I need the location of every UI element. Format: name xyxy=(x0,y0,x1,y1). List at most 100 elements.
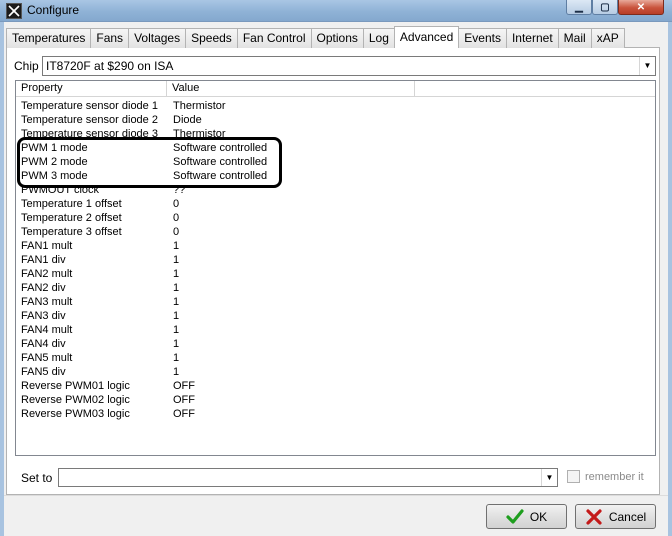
table-row[interactable]: PWM 3 mode Software controlled xyxy=(16,169,655,183)
property-cell: FAN5 mult xyxy=(21,352,73,364)
table-row[interactable]: FAN1 mult 1 xyxy=(16,239,655,253)
set-to-select[interactable]: ▼ xyxy=(58,468,558,487)
remember-option: remember it xyxy=(567,470,644,483)
chevron-down-icon[interactable]: ▼ xyxy=(639,57,655,75)
table-row[interactable]: FAN1 div 1 xyxy=(16,253,655,267)
table-row[interactable]: PWM 2 mode Software controlled xyxy=(16,155,655,169)
table-row[interactable]: FAN3 mult 1 xyxy=(16,295,655,309)
property-cell: FAN5 div xyxy=(21,366,66,378)
value-cell: Thermistor xyxy=(173,100,226,112)
tab-xap[interactable]: xAP xyxy=(590,28,625,48)
close-button[interactable]: ✕ xyxy=(618,0,664,15)
set-to-label: Set to xyxy=(21,471,53,485)
table-row[interactable]: PWM 1 mode Software controlled xyxy=(16,141,655,155)
value-cell: Software controlled xyxy=(173,156,268,168)
property-cell: FAN4 div xyxy=(21,338,66,350)
value-cell: 0 xyxy=(173,226,180,238)
property-cell: PWM 2 mode xyxy=(21,156,88,168)
tab-speeds[interactable]: Speeds xyxy=(185,28,238,48)
cross-icon xyxy=(586,508,602,525)
value-cell: Software controlled xyxy=(173,142,268,154)
tab-internet[interactable]: Internet xyxy=(505,28,559,48)
table-row[interactable]: FAN2 div 1 xyxy=(16,281,655,295)
value-cell: 1 xyxy=(173,310,180,322)
value-cell: 1 xyxy=(173,366,180,378)
tab-temperatures[interactable]: Temperatures xyxy=(6,28,92,48)
checkmark-icon xyxy=(506,508,524,524)
value-cell: 1 xyxy=(173,282,180,294)
table-row[interactable]: Reverse PWM03 logic OFF xyxy=(16,407,655,421)
chip-select[interactable]: IT8720F at $290 on ISA ▼ xyxy=(42,56,656,76)
list-header: Property Value xyxy=(16,81,655,97)
column-header-property[interactable]: Property xyxy=(16,81,167,96)
table-row[interactable]: FAN2 mult 1 xyxy=(16,267,655,281)
chevron-down-icon[interactable]: ▼ xyxy=(541,469,557,486)
divider xyxy=(4,495,668,496)
property-cell: Temperature sensor diode 1 xyxy=(21,100,158,112)
property-cell: FAN1 mult xyxy=(21,240,73,252)
window-title: Configure xyxy=(27,3,80,17)
value-cell: OFF xyxy=(173,408,195,420)
table-row[interactable]: FAN4 mult 1 xyxy=(16,323,655,337)
table-row[interactable]: Temperature 2 offset 0 xyxy=(16,211,655,225)
tab-log[interactable]: Log xyxy=(362,28,395,48)
property-cell: FAN1 div xyxy=(21,254,66,266)
ok-label: OK xyxy=(529,509,548,524)
tab-options[interactable]: Options xyxy=(310,28,364,48)
table-row[interactable]: Temperature sensor diode 2 Diode xyxy=(16,113,655,127)
value-cell: 0 xyxy=(173,198,180,210)
property-cell: Temperature 2 offset xyxy=(21,212,122,224)
value-cell: Software controlled xyxy=(173,170,268,182)
table-row[interactable]: FAN4 div 1 xyxy=(16,337,655,351)
property-cell: FAN3 mult xyxy=(21,296,73,308)
table-row[interactable]: Reverse PWM01 logic OFF xyxy=(16,379,655,393)
value-cell: 1 xyxy=(173,352,180,364)
chip-select-value: IT8720F at $290 on ISA xyxy=(46,59,174,73)
value-cell: 1 xyxy=(173,324,180,336)
value-cell: 1 xyxy=(173,240,180,252)
title-bar: Configure ▁ ▢ ✕ xyxy=(0,0,672,22)
remember-label: remember it xyxy=(585,470,644,483)
property-cell: PWM 1 mode xyxy=(21,142,88,154)
cancel-button[interactable]: Cancel xyxy=(575,504,656,529)
maximize-button[interactable]: ▢ xyxy=(592,0,618,15)
ok-button[interactable]: OK xyxy=(486,504,567,529)
value-cell: Thermistor xyxy=(173,128,226,140)
property-cell: PWMOUT clock xyxy=(21,184,100,196)
remember-checkbox[interactable] xyxy=(567,470,580,483)
table-row[interactable]: Temperature 1 offset 0 xyxy=(16,197,655,211)
tab-mail[interactable]: Mail xyxy=(557,28,592,48)
table-row[interactable]: FAN5 div 1 xyxy=(16,365,655,379)
table-row[interactable]: FAN5 mult 1 xyxy=(16,351,655,365)
table-row[interactable]: Reverse PWM02 logic OFF xyxy=(16,393,655,407)
value-cell: OFF xyxy=(173,380,195,392)
tab-events[interactable]: Events xyxy=(458,28,507,48)
tab-voltages[interactable]: Voltages xyxy=(128,28,187,48)
column-header-empty xyxy=(415,81,655,96)
value-cell: 1 xyxy=(173,268,180,280)
table-row[interactable]: Temperature sensor diode 3 Thermistor xyxy=(16,127,655,141)
tab-advanced[interactable]: Advanced xyxy=(393,26,460,48)
tab-fan-control[interactable]: Fan Control xyxy=(236,28,312,48)
table-row[interactable]: FAN3 div 1 xyxy=(16,309,655,323)
column-header-value[interactable]: Value xyxy=(167,81,415,96)
table-row[interactable]: Temperature 3 offset 0 xyxy=(16,225,655,239)
value-cell: Diode xyxy=(173,114,202,126)
minimize-button[interactable]: ▁ xyxy=(566,0,592,15)
tab-strip: Temperatures Fans Voltages Speeds Fan Co… xyxy=(6,26,625,48)
property-cell: Reverse PWM03 logic xyxy=(21,408,130,420)
property-cell: Temperature 1 offset xyxy=(21,198,122,210)
chip-label: Chip xyxy=(14,59,39,73)
property-cell: FAN4 mult xyxy=(21,324,73,336)
property-cell: Reverse PWM02 logic xyxy=(21,394,130,406)
value-cell: 1 xyxy=(173,296,180,308)
fan-icon xyxy=(6,3,22,19)
property-list[interactable]: Property Value Temperature sensor diode … xyxy=(15,80,656,456)
list-rows: Temperature sensor diode 1 Thermistor Temp… xyxy=(16,99,655,421)
table-row[interactable]: PWMOUT clock?? xyxy=(16,183,655,197)
property-cell: FAN2 div xyxy=(21,282,66,294)
table-row[interactable]: Temperature sensor diode 1 Thermistor xyxy=(16,99,655,113)
property-cell: PWM 3 mode xyxy=(21,170,88,182)
tab-fans[interactable]: Fans xyxy=(90,28,130,48)
property-cell: Temperature sensor diode 3 xyxy=(21,128,158,140)
